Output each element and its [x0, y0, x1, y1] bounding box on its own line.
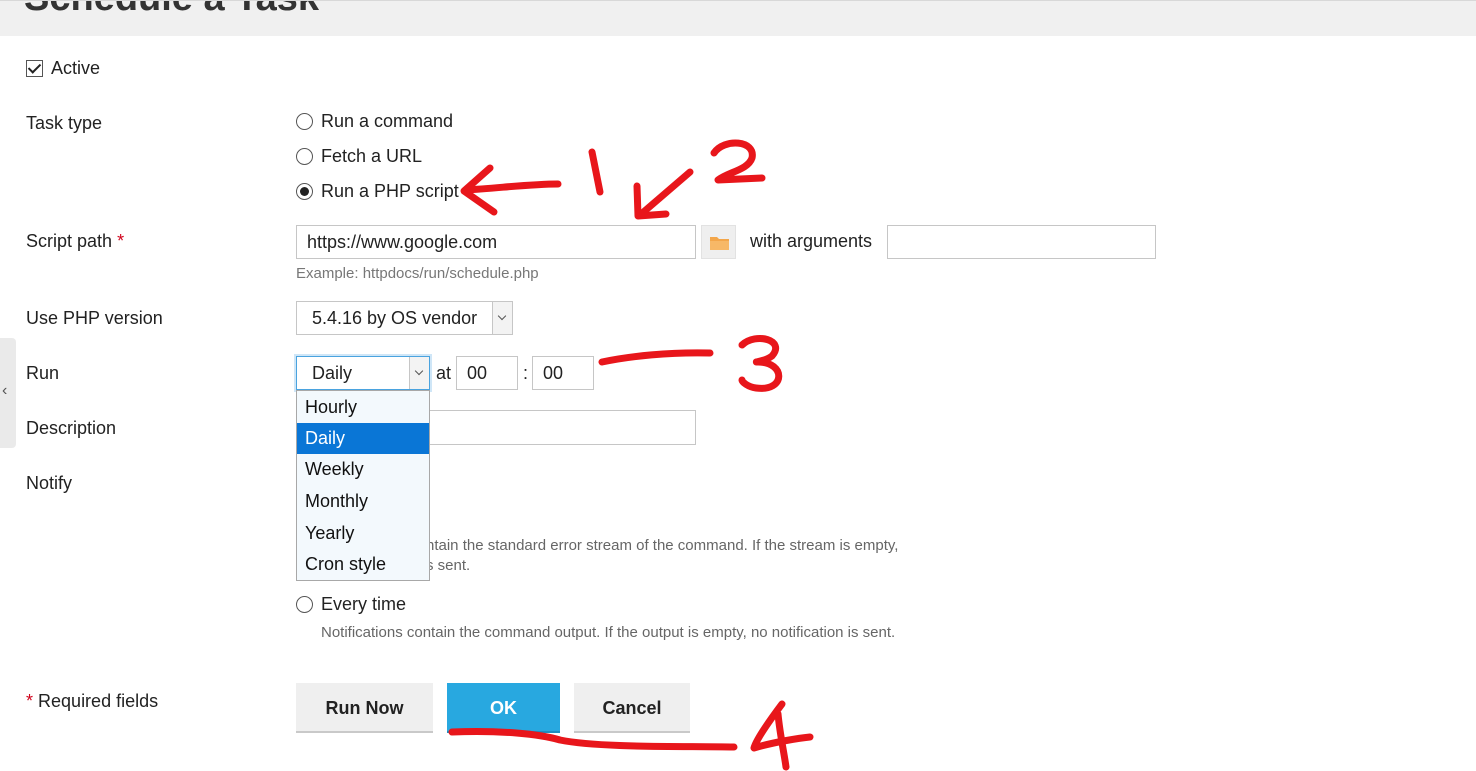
annotation-arrowhead-2	[633, 182, 670, 220]
dropdown-option-hourly[interactable]: Hourly	[297, 392, 429, 423]
page-header: Schedule a Task	[0, 0, 1476, 36]
required-fields-text: Required fields	[38, 691, 159, 711]
dropdown-option-yearly[interactable]: Yearly	[297, 518, 429, 549]
browse-folder-button[interactable]	[701, 225, 736, 259]
run-at-label: at	[436, 363, 452, 383]
active-label: Active	[51, 58, 101, 78]
time-separator: :	[523, 363, 529, 383]
run-frequency-dropdown: Hourly Daily Weekly Monthly Yearly Cron …	[296, 390, 430, 581]
required-fields-note: * Required fields	[26, 691, 158, 712]
chevron-left-icon: ‹	[2, 382, 8, 399]
annotation-number-1	[588, 148, 604, 196]
radio-fetch-url[interactable]	[296, 148, 313, 165]
notify-every-time-hint: Notifications contain the command output…	[321, 624, 896, 641]
folder-icon	[710, 237, 729, 250]
radio-notify-every-time[interactable]	[296, 596, 313, 613]
annotation-arrow-1	[462, 180, 562, 194]
required-mark: *	[26, 691, 34, 711]
dropdown-option-monthly[interactable]: Monthly	[297, 486, 429, 517]
radio-fetch-url-label[interactable]: Fetch a URL	[321, 146, 422, 167]
annotation-number-3	[738, 335, 783, 392]
task-type-label: Task type	[26, 113, 103, 133]
annotation-number-4a	[750, 700, 814, 752]
run-hour-input[interactable]	[456, 356, 518, 390]
required-mark: *	[117, 231, 125, 251]
page-title: Schedule a Task	[24, 1, 319, 20]
run-label: Run	[26, 363, 60, 383]
run-minute-input[interactable]	[532, 356, 594, 390]
php-version-label: Use PHP version	[26, 308, 163, 328]
chevron-down-icon	[492, 302, 512, 334]
annotation-number-4b	[774, 710, 790, 771]
with-arguments-label: with arguments	[750, 231, 873, 251]
dropdown-option-weekly[interactable]: Weekly	[297, 454, 429, 485]
ok-button[interactable]: OK	[447, 683, 560, 733]
annotation-number-2	[710, 139, 766, 184]
radio-run-php-script[interactable]	[296, 183, 313, 200]
run-frequency-value: Daily	[312, 363, 353, 383]
annotation-underline-4	[448, 727, 738, 751]
run-frequency-select[interactable]: Daily	[296, 356, 430, 390]
php-version-value: 5.4.16 by OS vendor	[312, 308, 478, 328]
description-label: Description	[26, 418, 117, 438]
run-now-button[interactable]: Run Now	[296, 683, 433, 733]
radio-run-command-label[interactable]: Run a command	[321, 111, 453, 132]
annotation-layer	[448, 139, 814, 771]
php-version-select[interactable]: 5.4.16 by OS vendor	[296, 301, 513, 335]
radio-run-command[interactable]	[296, 113, 313, 130]
dropdown-option-daily[interactable]: Daily	[297, 423, 429, 454]
dropdown-option-cron-style[interactable]: Cron style	[297, 549, 429, 580]
cancel-button[interactable]: Cancel	[574, 683, 690, 733]
annotation-arrow-2	[636, 168, 694, 219]
annotation-arrowhead-1	[460, 164, 498, 216]
script-path-example: Example: httpdocs/run/schedule.php	[296, 265, 539, 282]
sidebar-collapse-tab[interactable]: ‹	[0, 338, 16, 448]
active-checkbox[interactable]	[26, 60, 43, 77]
radio-run-php-script-label[interactable]: Run a PHP script	[321, 181, 459, 202]
chevron-down-icon	[409, 357, 429, 389]
script-path-label-text: Script path	[26, 231, 113, 251]
script-path-label: Script path *	[26, 231, 124, 252]
notify-label: Notify	[26, 473, 73, 493]
radio-notify-every-time-label[interactable]: Every time	[321, 594, 406, 615]
annotation-line-3	[598, 349, 714, 366]
arguments-input[interactable]	[887, 225, 1156, 259]
script-path-input[interactable]	[296, 225, 696, 259]
